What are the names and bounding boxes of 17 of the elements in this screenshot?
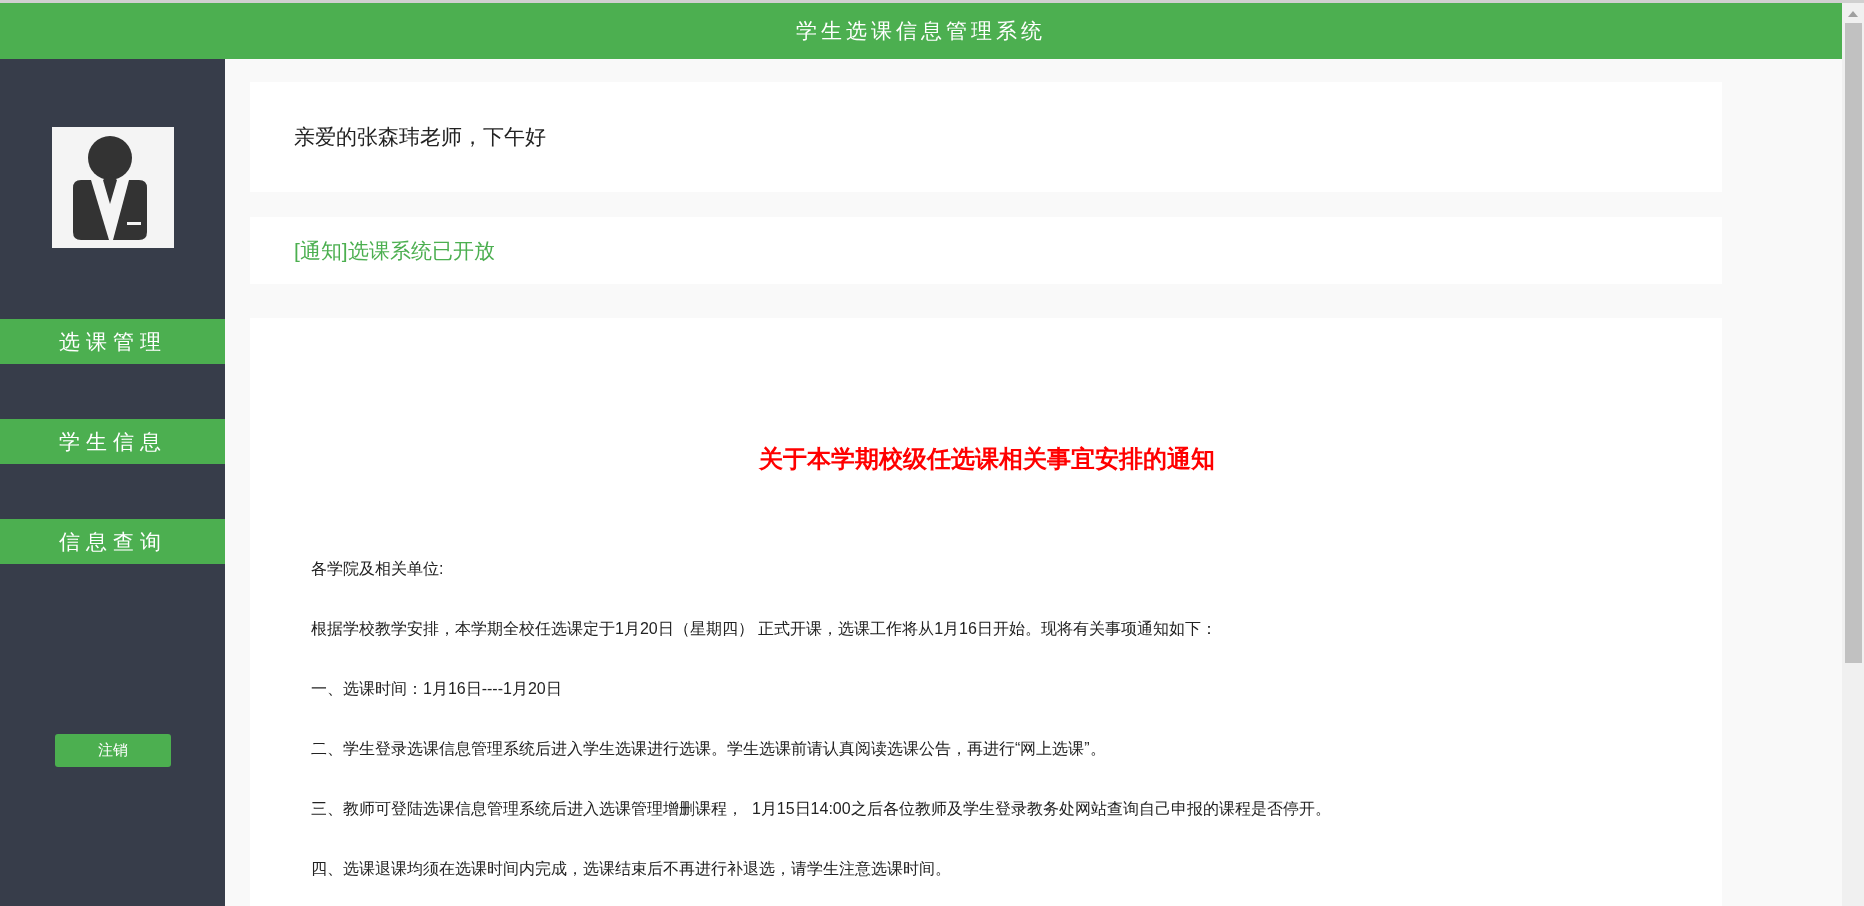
sidebar-menu-item[interactable]: 学生信息 — [0, 419, 225, 464]
article-paragraph: 根据学校教学安排，本学期全校任选课定于1月20日（星期四） 正式开课，选课工作将从1月16日开始。现将有关事项通知如下： — [311, 619, 1218, 639]
logout-button[interactable]: 注销 — [54, 734, 171, 767]
notice-link[interactable]: [通知]选课系统已开放 — [294, 234, 495, 267]
article-paragraph: 一、选课时间：1月16日----1月20日 — [311, 679, 563, 699]
article-paragraph: 三、教师可登陆选课信息管理系统后进入选课管理增删课程， 1月15日14:00之后各位教师及学生登录教务处网站查询自己申报的课程是否停开。 — [311, 799, 1332, 819]
article-paragraph: 二、学生登录选课信息管理系统后进入学生选课进行选课。学生选课前请认真阅读选课公告，再进行“网上选课”。 — [311, 739, 1107, 759]
app-title: 学生选课信息管理系统 — [796, 18, 1046, 45]
sidebar-menu-item[interactable]: 信息查询 — [0, 519, 225, 564]
scroll-up-icon[interactable] — [1848, 11, 1858, 17]
article-paragraph: 各学院及相关单位: — [311, 559, 445, 579]
article-title: 关于本学期校级任选课相关事宜安排的通知 — [757, 444, 1216, 474]
avatar-icon — [51, 127, 174, 248]
greeting-text: 亲爱的张森玮老师，下午好 — [294, 124, 546, 151]
scrollbar-thumb[interactable] — [1844, 23, 1862, 663]
sidebar-menu-item[interactable]: 选课管理 — [0, 319, 225, 364]
article-paragraph: 四、选课退课均须在选课时间内完成，选课结束后不再进行补退选，请学生注意选课时间。 — [311, 859, 952, 879]
